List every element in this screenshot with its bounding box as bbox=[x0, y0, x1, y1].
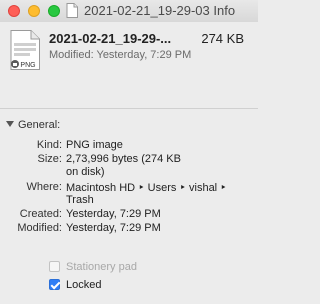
png-file-icon: PNG bbox=[10, 30, 40, 75]
modified-value: Yesterday, 7:29 PM bbox=[66, 222, 161, 234]
size-value: 2,73,996 bytes (274 KB bbox=[66, 153, 181, 165]
kind-label: Kind: bbox=[36, 139, 62, 151]
general-heading: General: bbox=[18, 119, 61, 131]
document-icon bbox=[66, 3, 78, 23]
where-value: Macintosh HD ‣ Users ‣ vishal ‣ bbox=[66, 182, 227, 194]
checkbox-unchecked-icon bbox=[49, 261, 60, 272]
checkbox-checked-icon bbox=[49, 279, 60, 290]
created-label: Created: bbox=[19, 208, 62, 220]
file-name: 2021-02-21_19-29-... bbox=[49, 31, 172, 46]
info-header: PNG 2021-02-21_19-29-... 274 KB Modified… bbox=[0, 22, 258, 108]
created-value: Yesterday, 7:29 PM bbox=[66, 208, 161, 220]
minimize-window-button[interactable] bbox=[28, 5, 40, 17]
divider bbox=[0, 108, 258, 109]
where-label: Where: bbox=[26, 181, 62, 193]
general-section-toggle[interactable]: General: bbox=[6, 119, 60, 131]
zoom-window-button[interactable] bbox=[48, 5, 60, 17]
size-value-cont: on disk) bbox=[66, 166, 105, 178]
kind-value: PNG image bbox=[66, 139, 123, 151]
modified-label: Modified: bbox=[17, 222, 62, 234]
disclosure-triangle-icon bbox=[6, 121, 14, 127]
stationery-pad-label: Stationery pad bbox=[66, 261, 137, 273]
size-label: Size: bbox=[37, 153, 62, 165]
locked-checkbox[interactable]: Locked bbox=[49, 279, 101, 291]
modified-summary: Modified: Yesterday, 7:29 PM bbox=[49, 49, 192, 61]
file-size: 274 KB bbox=[201, 31, 244, 46]
stationery-pad-checkbox[interactable]: Stationery pad bbox=[49, 261, 137, 273]
close-window-button[interactable] bbox=[8, 5, 20, 17]
window-title: 2021-02-21_19-29-03 Info bbox=[84, 3, 236, 18]
where-value-cont: Trash bbox=[66, 194, 94, 206]
title-bar: 2021-02-21_19-29-03 Info bbox=[0, 0, 258, 23]
locked-label: Locked bbox=[66, 279, 102, 291]
png-badge-label: PNG bbox=[20, 62, 35, 69]
